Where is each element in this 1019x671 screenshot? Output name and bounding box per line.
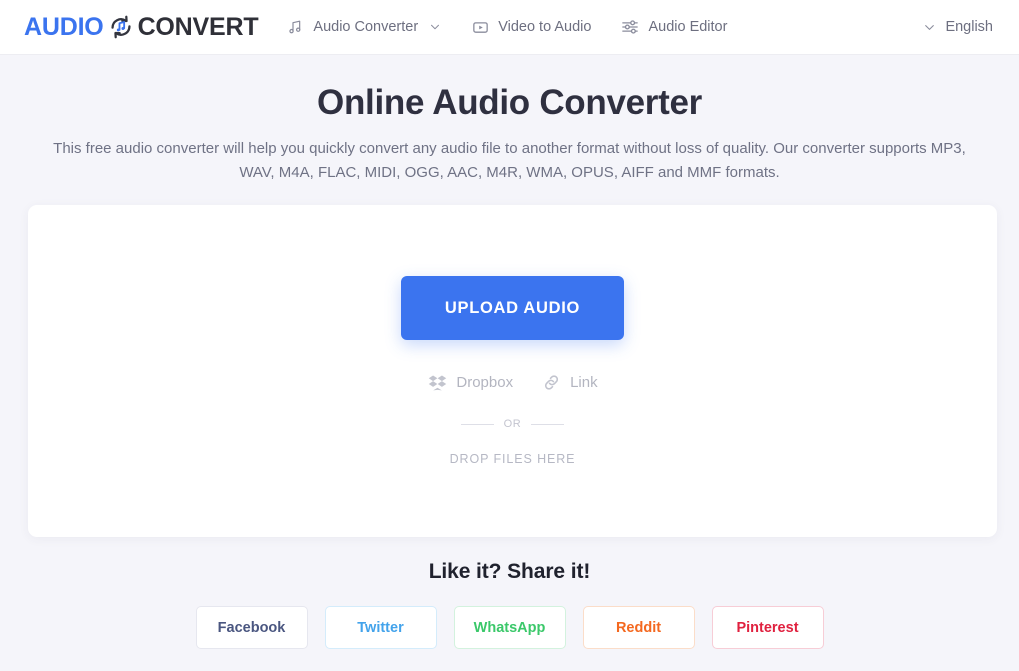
page-title: Online Audio Converter (317, 83, 702, 122)
audio-refresh-icon (107, 13, 135, 41)
source-label: Dropbox (456, 373, 514, 391)
chevron-down-icon (923, 21, 936, 34)
dropbox-source-button[interactable]: Dropbox (427, 372, 513, 392)
link-source-button[interactable]: Link (541, 372, 598, 392)
share-button-whatsapp[interactable]: WhatsApp (453, 606, 566, 649)
upload-sources: Dropbox Link (427, 372, 598, 392)
logo-text-convert: CONVERT (137, 12, 259, 41)
hero-section: Online Audio Converter This free audio c… (0, 55, 1019, 186)
page-subtitle: This free audio converter will help you … (53, 140, 966, 182)
share-button-twitter[interactable]: Twitter (324, 606, 437, 649)
nav-item-label: Video to Audio (498, 19, 592, 35)
or-divider: OR (460, 418, 565, 430)
main-nav: Audio Converter Video to Audio Audio Edi… (286, 18, 727, 36)
equalizer-icon (621, 18, 639, 36)
site-logo[interactable]: AUDIO CONVERT (24, 12, 259, 42)
divider-line-left (460, 423, 494, 425)
drop-files-label: DROP FILES HERE (449, 452, 576, 466)
share-title: Like it? Share it! (428, 560, 591, 583)
share-section: Like it? Share it! Facebook Twitter What… (0, 560, 1019, 649)
nav-item-audio-editor[interactable]: Audio Editor (621, 18, 727, 36)
logo-text-audio: AUDIO (24, 12, 104, 41)
music-note-icon (286, 18, 304, 36)
or-label: OR (503, 418, 522, 430)
upload-card[interactable]: UPLOAD AUDIO Dropbox Link OR DROP FILES … (28, 205, 997, 537)
nav-item-video-to-audio[interactable]: Video to Audio (471, 18, 591, 36)
language-selector[interactable]: English (921, 19, 993, 35)
language-label: English (945, 19, 993, 35)
nav-item-label: Audio Editor (648, 19, 728, 35)
share-button-facebook[interactable]: Facebook (195, 606, 308, 649)
share-button-reddit[interactable]: Reddit (582, 606, 695, 649)
share-buttons: Facebook Twitter WhatsApp Reddit Pintere… (0, 606, 1019, 649)
share-button-pinterest[interactable]: Pinterest (711, 606, 824, 649)
play-square-icon (471, 18, 489, 36)
divider-line-right (531, 423, 565, 425)
upload-audio-button[interactable]: UPLOAD AUDIO (401, 276, 624, 340)
site-header: AUDIO CONVERT Audio Converter Video to A… (0, 0, 1019, 55)
chevron-down-icon (429, 21, 441, 33)
nav-item-audio-converter[interactable]: Audio Converter (286, 18, 441, 36)
source-label: Link (570, 373, 598, 391)
link-icon (541, 372, 561, 392)
nav-item-label: Audio Converter (313, 19, 419, 35)
dropbox-icon (427, 372, 447, 392)
